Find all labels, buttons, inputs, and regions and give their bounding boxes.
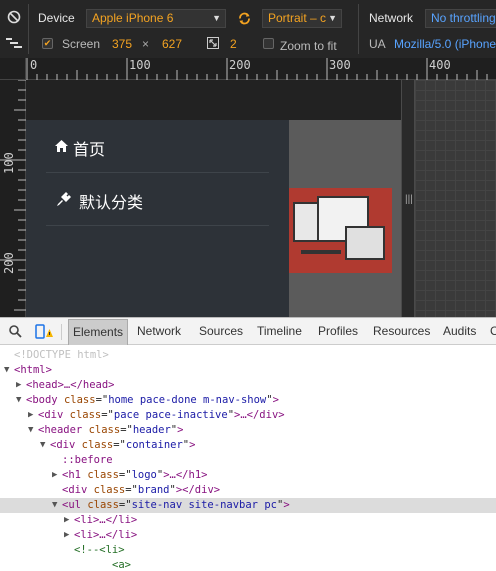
pseudo-before-text: ::before [62, 454, 113, 466]
tree-row-ul-selected[interactable]: ▼ <ul class="site-nav site-navbar pc"> [0, 498, 496, 513]
tree-row-body[interactable]: ▼ <body class="home pace-done m-nav-show… [0, 393, 496, 408]
tab-sources[interactable]: Sources [199, 324, 243, 338]
expand-triangle-icon[interactable]: ▶ [52, 468, 57, 483]
device-mode-warning-icon[interactable] [35, 324, 53, 339]
tab-profiles[interactable]: Profiles [318, 324, 358, 338]
mobile-nav-drawer: 首页 默认分类 [26, 120, 289, 317]
device-label: Device [38, 11, 75, 25]
tree-row-pseudo-before[interactable]: ::before [0, 453, 496, 468]
screen-height-input[interactable]: 627 [162, 37, 182, 51]
tree-row-li[interactable]: ▶ <li>…</li> [0, 528, 496, 543]
li-tag: <li>…</li> [74, 529, 138, 541]
tree-row-head[interactable]: ▶ <head>…</head> [0, 378, 496, 393]
tab-overflow[interactable]: C [490, 324, 496, 338]
image-tablet [345, 226, 385, 260]
screen-checkbox[interactable]: ✔ [42, 38, 53, 49]
tab-resources[interactable]: Resources [373, 324, 430, 338]
site-header-bar [26, 80, 401, 120]
ruler-top: 0 100 200 300 400 [0, 58, 496, 80]
zoom-to-fit-checkbox[interactable] [263, 38, 274, 49]
html-tag: <html> [14, 364, 52, 376]
collapse-triangle-icon[interactable]: ▼ [16, 393, 21, 408]
tree-row-header[interactable]: ▼ <header class="header"> [0, 423, 496, 438]
network-label: Network [369, 11, 414, 25]
orientation-select[interactable]: Portrait – c ▼ [262, 9, 342, 28]
tree-row-comment[interactable]: <!--<li> [0, 543, 496, 558]
toolbar-divider [358, 4, 359, 54]
ruler-label: 300 [329, 58, 351, 72]
device-pixel-ratio-icon [207, 37, 219, 49]
network-value: No throttling [431, 11, 496, 25]
dpr-input[interactable]: 2 [230, 37, 237, 51]
tab-divider [61, 324, 62, 340]
chevron-down-icon: ▼ [212, 13, 221, 23]
expand-triangle-icon[interactable]: ▶ [64, 528, 69, 543]
device-value: Apple iPhone 6 [92, 11, 174, 25]
device-select[interactable]: Apple iPhone 6 ▼ [86, 9, 226, 28]
ruler-label: 100 [2, 152, 16, 174]
tree-row-div-container[interactable]: ▼ <div class="container"> [0, 438, 496, 453]
ruler-label: 0 [30, 58, 38, 72]
outside-viewport-grid [415, 80, 496, 317]
tree-row-comment-a[interactable]: <a> [0, 558, 496, 571]
tree-row-h1[interactable]: ▶ <h1 class="logo">…</h1> [0, 468, 496, 483]
ruler-left: 100 200 [0, 80, 26, 317]
collapse-triangle-icon[interactable]: ▼ [28, 423, 33, 438]
featured-image [289, 188, 392, 273]
plug-icon [57, 192, 71, 206]
expand-triangle-icon[interactable]: ▶ [64, 513, 69, 528]
ruler-label: 200 [2, 252, 16, 274]
orientation-value: Portrait – c [268, 11, 327, 25]
tab-elements[interactable]: Elements [68, 319, 129, 345]
ruler-left-ticks [0, 80, 26, 311]
li-tag: <li>…</li> [74, 514, 138, 526]
ruler-label: 400 [429, 58, 451, 72]
network-select[interactable]: No throttling [425, 9, 496, 28]
drag-handle-glyph: ||| [405, 194, 413, 205]
ua-input[interactable]: Mozilla/5.0 (iPhone [394, 37, 496, 51]
expand-triangle-icon[interactable]: ▶ [16, 378, 21, 393]
collapse-triangle-icon[interactable]: ▼ [52, 498, 57, 513]
inspect-search-icon[interactable] [9, 325, 22, 338]
collapse-triangle-icon[interactable]: ▼ [4, 363, 9, 378]
emulated-viewport: 首页 默认分类 [26, 80, 401, 317]
comment-a-text: <a> [112, 559, 131, 571]
screen-label: Screen [62, 37, 101, 51]
elements-tree: <!DOCTYPE html> ▼ <html> ▶ <head>…</head… [0, 345, 496, 571]
tab-timeline[interactable]: Timeline [257, 324, 302, 338]
zoom-to-fit-label: Zoom to fit [280, 39, 337, 53]
nav-item-home[interactable]: 首页 [46, 120, 269, 173]
doctype-text: <!DOCTYPE html> [14, 349, 109, 361]
times-sign: × [142, 37, 150, 51]
expand-triangle-icon[interactable]: ▶ [28, 408, 33, 423]
ua-label: UA [369, 37, 386, 51]
ruler-label: 200 [229, 58, 251, 72]
screen-width-input[interactable]: 375 [112, 37, 132, 51]
ruler-corner [0, 58, 26, 80]
tab-network[interactable]: Network [137, 324, 181, 338]
nav-item-label: 首页 [73, 140, 106, 159]
tree-row-div-pace[interactable]: ▶ <div class="pace pace-inactive">…</div… [0, 408, 496, 423]
nav-item-label: 默认分类 [79, 193, 144, 212]
tab-audits[interactable]: Audits [443, 324, 476, 338]
tree-row-doctype[interactable]: <!DOCTYPE html> [0, 348, 496, 363]
home-icon [55, 140, 68, 152]
comment-text: <!--<li> [74, 544, 125, 556]
collapse-triangle-icon[interactable]: ▼ [40, 438, 45, 453]
rotate-icon[interactable] [237, 11, 252, 26]
toolbar-divider [28, 4, 29, 54]
tree-row-li[interactable]: ▶ <li>…</li> [0, 513, 496, 528]
media-queries-icon[interactable] [6, 37, 22, 49]
tree-row-html[interactable]: ▼ <html> [0, 363, 496, 378]
image-keyboard [301, 250, 341, 254]
disable-emulation-icon[interactable] [7, 10, 21, 24]
chevron-down-icon: ▼ [328, 13, 337, 23]
tree-row-div-brand[interactable]: <div class="brand"></div> [0, 483, 496, 498]
nav-item-default-category[interactable]: 默认分类 [46, 173, 269, 226]
devtools-tabbar: Elements Network Sources Timeline Profil… [0, 317, 496, 345]
emulation-toolbar: Device Apple iPhone 6 ▼ Portrait – c ▼ N… [0, 0, 496, 58]
viewport-resize-handle[interactable]: ||| [401, 80, 415, 317]
head-tag: <head>…</head> [26, 379, 115, 391]
ruler-label: 100 [129, 58, 151, 72]
